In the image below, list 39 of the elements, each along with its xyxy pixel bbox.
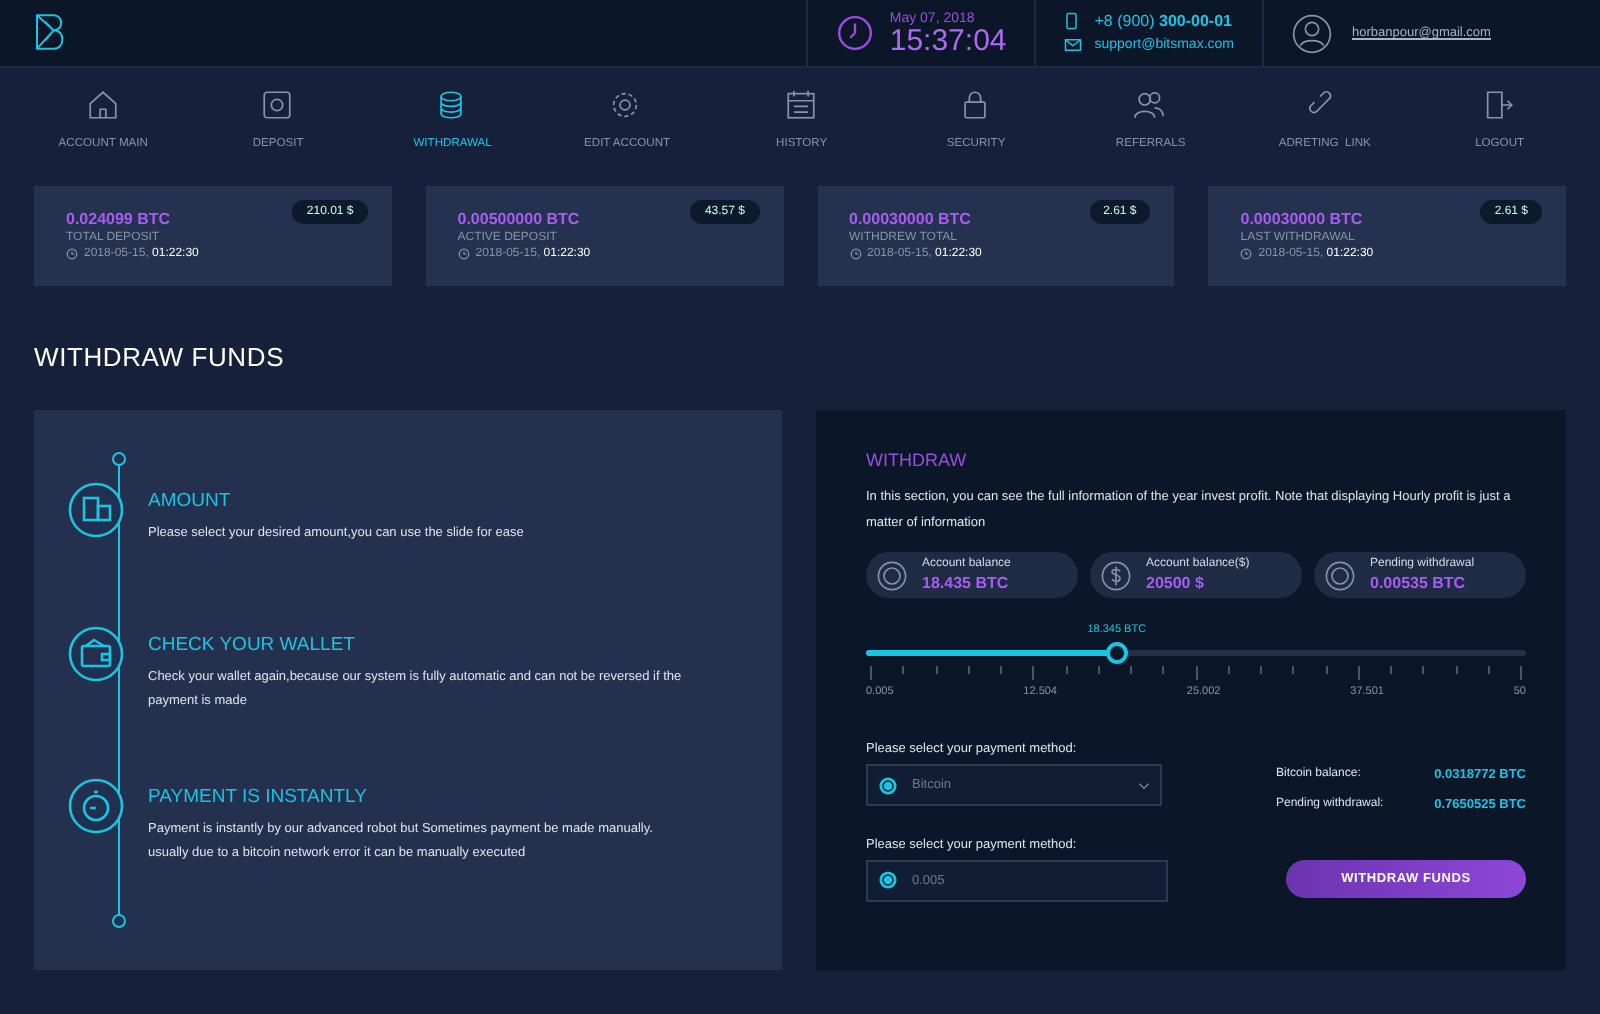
clock-icon <box>849 248 861 260</box>
time-text: 15:37:04 <box>889 25 1007 55</box>
balance-value: 18.435 BTC <box>922 574 1011 592</box>
dollar-coin-icon <box>1100 559 1132 591</box>
coin-icon <box>1324 559 1356 591</box>
coin-icon <box>878 775 898 795</box>
user-avatar-icon <box>1292 13 1332 53</box>
coin-icon <box>876 559 908 591</box>
users-icon <box>1132 88 1166 122</box>
clock-icon <box>457 248 470 260</box>
withdraw-title: WITHDRAW <box>866 450 969 470</box>
safe-icon <box>259 88 294 122</box>
stat-amount: 0.024099 BTC <box>66 210 173 228</box>
coin-icon <box>878 870 898 890</box>
home-icon <box>85 88 119 122</box>
exit-door-icon <box>1481 88 1515 122</box>
calendar-icon <box>783 88 817 122</box>
balance-value: 20500 $ <box>1146 574 1206 592</box>
timeline-dot <box>112 914 126 928</box>
wallet-icon <box>68 626 124 682</box>
stopwatch-icon <box>68 778 124 834</box>
stat-amount: 0.00030000 BTC <box>849 210 973 228</box>
balance-value: 0.00535 BTC <box>1370 574 1468 592</box>
clock-icon <box>835 14 874 52</box>
chevron-down-icon <box>1138 781 1150 789</box>
mail-icon <box>1064 36 1083 54</box>
phone-text: +8 (900) 300-00-01 <box>1094 12 1232 30</box>
stat-amount: 0.00030000 BTC <box>1240 210 1365 228</box>
step-title: AMOUNT <box>148 490 233 512</box>
step-title: CHECK YOUR WALLET <box>148 634 357 656</box>
slider-thumb[interactable] <box>1106 642 1129 664</box>
clock-icon <box>1240 248 1253 260</box>
stat-amount: 0.00500000 BTC <box>457 210 582 228</box>
phone-icon <box>1064 12 1083 30</box>
clock-icon <box>66 248 78 260</box>
timeline-dot <box>112 452 126 466</box>
gear-icon <box>608 88 643 122</box>
step-title: PAYMENT IS INSTANTLY <box>148 786 369 808</box>
section-title: WITHDRAW FUNDS <box>32 340 287 376</box>
